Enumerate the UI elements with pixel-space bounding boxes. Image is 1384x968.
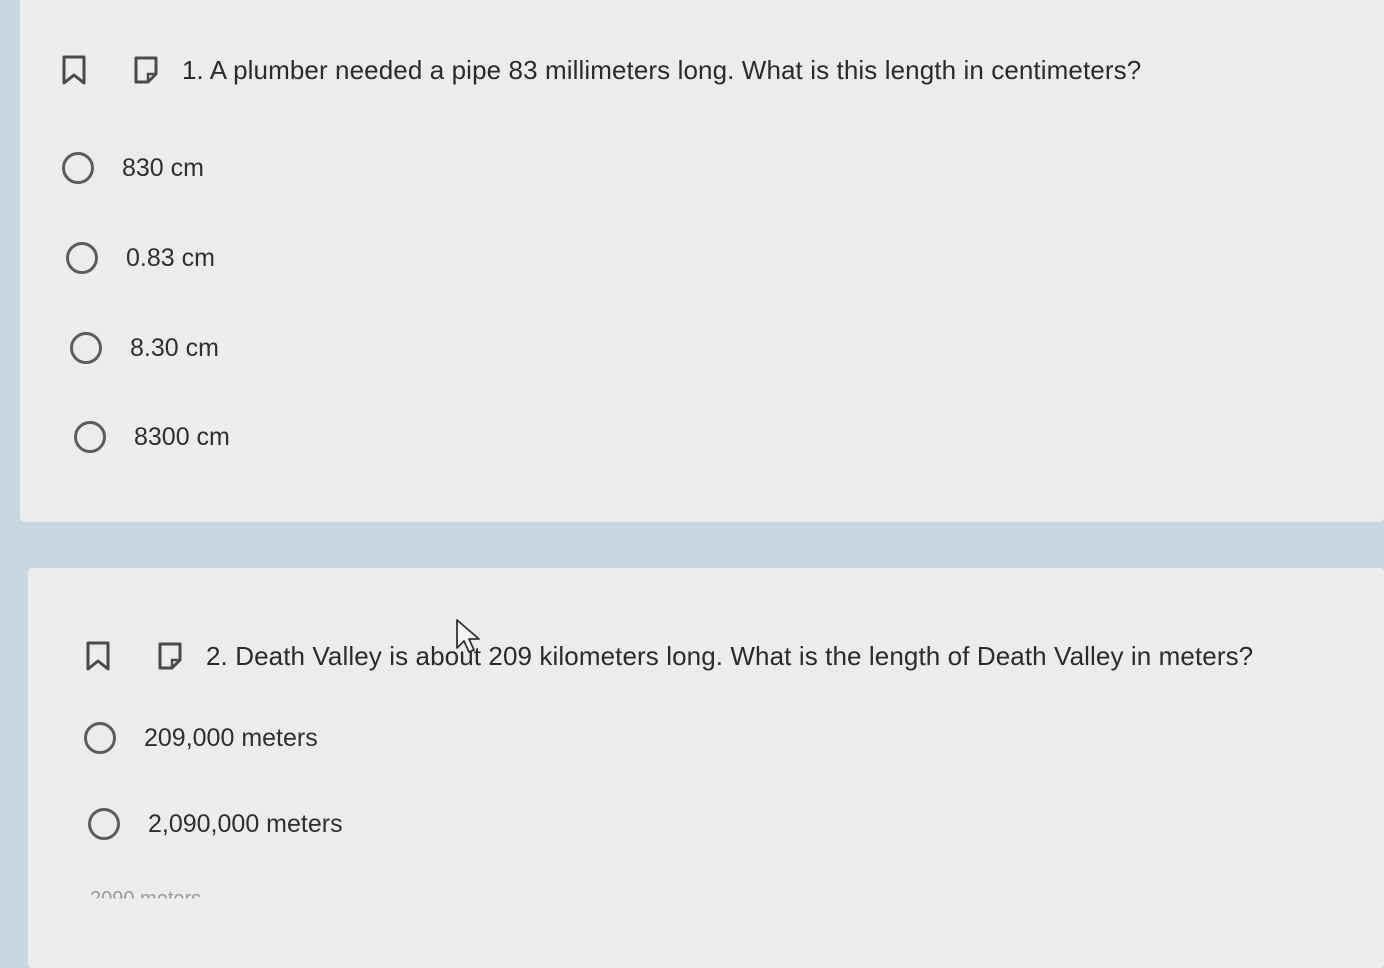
question-text-2: 2. Death Valley is about 209 kilometers … <box>206 640 1254 671</box>
note-icon[interactable] <box>132 54 160 86</box>
radio-icon[interactable] <box>84 722 116 754</box>
answer-option[interactable]: 8.30 cm <box>70 332 219 364</box>
question-card-2 <box>28 568 1384 968</box>
radio-icon[interactable] <box>66 242 98 274</box>
option-label: 0.83 cm <box>126 243 215 272</box>
mouse-cursor-icon <box>454 618 482 658</box>
radio-icon[interactable] <box>70 332 102 364</box>
answer-option[interactable]: 2,090,000 meters <box>88 808 343 840</box>
option-label: 209,000 meters <box>144 723 318 752</box>
bookmark-icon[interactable] <box>84 640 112 672</box>
question-header-1: 1. A plumber needed a pipe 83 millimeter… <box>60 54 1141 86</box>
question-header-2: 2. Death Valley is about 209 kilometers … <box>84 640 1253 672</box>
answer-option[interactable]: 830 cm <box>62 152 204 184</box>
option-label: 2,090,000 meters <box>148 809 343 838</box>
note-icon[interactable] <box>156 640 184 672</box>
question-text-1: 1. A plumber needed a pipe 83 millimeter… <box>182 54 1142 85</box>
answer-option[interactable]: 209,000 meters <box>84 722 318 754</box>
option-label: 8.30 cm <box>130 333 219 362</box>
radio-icon[interactable] <box>74 421 106 453</box>
option-label: 830 cm <box>122 153 204 182</box>
radio-icon[interactable] <box>62 152 94 184</box>
option-label: 8300 cm <box>134 422 230 451</box>
radio-icon[interactable] <box>88 808 120 840</box>
bookmark-icon[interactable] <box>60 54 88 86</box>
answer-option[interactable]: 8300 cm <box>74 421 230 453</box>
answer-option[interactable]: 0.83 cm <box>66 242 215 274</box>
